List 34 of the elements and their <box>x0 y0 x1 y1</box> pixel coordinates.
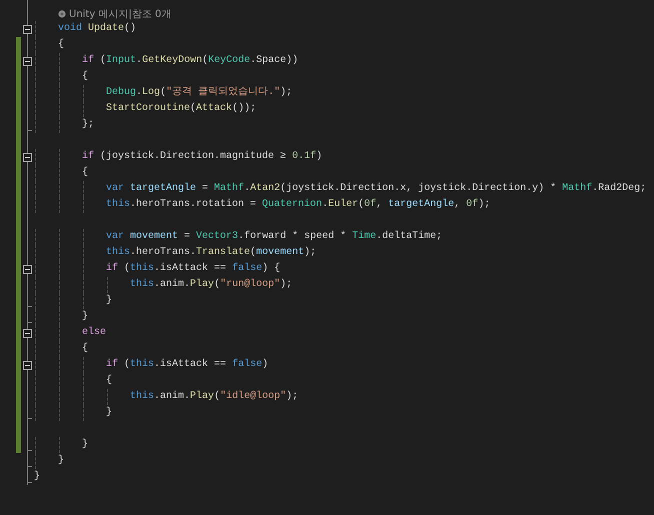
code-line: Debug.Log("공격 클릭되었습니다."); <box>105 86 292 100</box>
code-line: else <box>81 326 106 340</box>
code-lens[interactable]: Unity 메시지|참조 0개 <box>58 7 172 21</box>
circle-icon <box>58 10 66 18</box>
code-line: this.heroTrans.Translate(movement); <box>105 246 316 260</box>
code-line: } <box>34 470 40 484</box>
collapse-toggle[interactable] <box>23 24 32 34</box>
code-line: if (this.isAttack == false) <box>105 358 268 372</box>
collapse-toggle[interactable] <box>23 56 32 66</box>
code-line: } <box>57 454 64 468</box>
code-line: StartCoroutine(Attack()); <box>105 102 256 116</box>
code-line: } <box>105 406 112 420</box>
collapse-toggle[interactable] <box>23 360 32 370</box>
code-line: this.heroTrans.rotation = Quaternion.Euler(0f, targetAngle, 0f); <box>105 198 490 212</box>
code-line: }; <box>81 118 94 132</box>
code-line: { <box>81 70 88 84</box>
code-line: { <box>81 342 88 356</box>
code-line: { <box>105 374 112 388</box>
collapse-toggle[interactable] <box>23 152 32 162</box>
code-line: var movement = Vector3.forward * speed * Time.deltaTime; <box>105 230 442 244</box>
collapse-toggle[interactable] <box>23 328 32 338</box>
code-line: } <box>81 310 88 324</box>
code-line: { <box>81 166 88 180</box>
collapse-toggle[interactable] <box>23 264 32 274</box>
code-line: this.anim.Play("idle@loop"); <box>129 390 298 404</box>
code-line: { <box>57 38 64 52</box>
code-line: if (this.isAttack == false) { <box>105 262 280 276</box>
code-line: if (Input.GetKeyDown(KeyCode.Space)) <box>81 54 298 68</box>
code-line: if (joystick.Direction.magnitude ≥ 0.1f) <box>81 150 322 164</box>
code-line: this.anim.Play("run@loop"); <box>129 278 292 292</box>
code-line: } <box>81 438 88 452</box>
code-line: var targetAngle = Mathf.Atan2(joystick.Direction.x, joystick.Direction.y) * Mathf.Rad2Deg; <box>105 182 646 196</box>
code-line: } <box>105 294 112 308</box>
code-line: void Update() <box>57 22 136 36</box>
